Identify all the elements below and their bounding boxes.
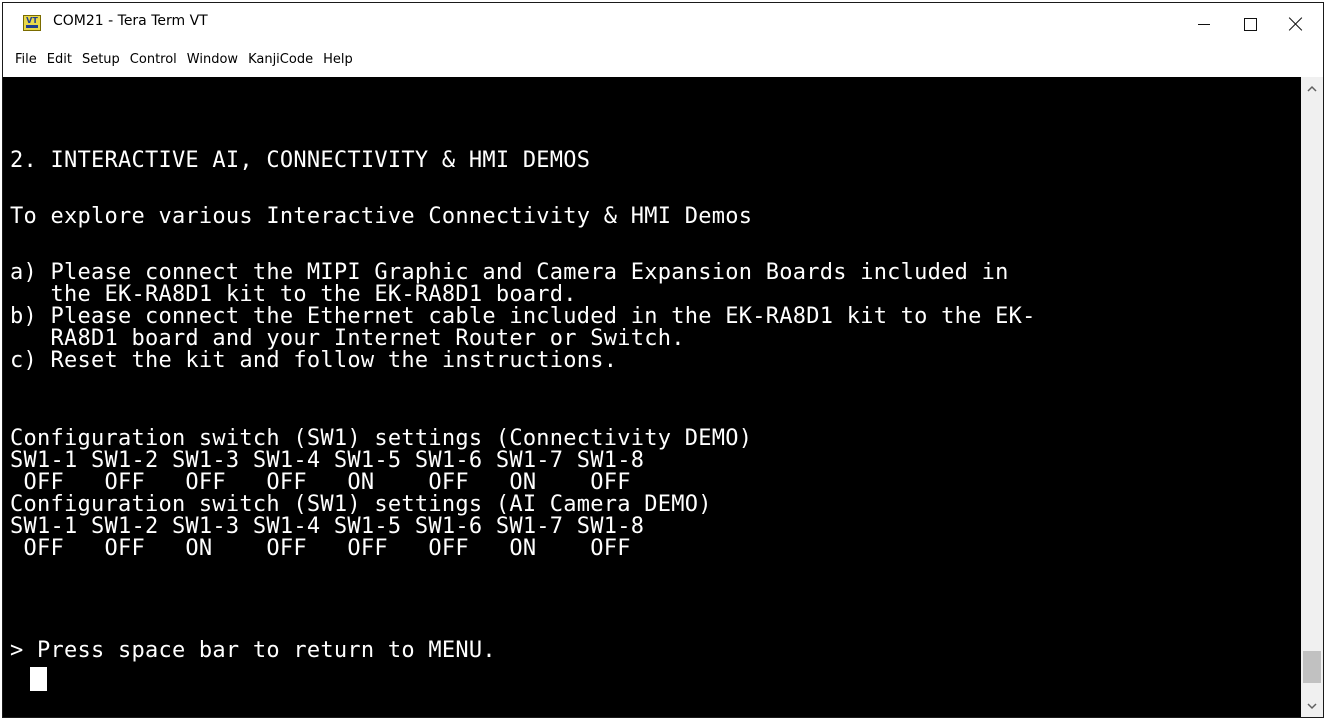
menu-window[interactable]: Window: [182, 45, 243, 75]
window-title: COM21 - Tera Term VT: [53, 13, 208, 29]
terminal-line: Configuration switch (SW1) settings (Con…: [10, 426, 753, 451]
close-icon: [1289, 17, 1303, 31]
terminal-line: Configuration switch (SW1) settings (AI …: [10, 492, 712, 517]
terminal-line: SW1-1 SW1-2 SW1-3 SW1-4 SW1-5 SW1-6 SW1-…: [10, 448, 645, 473]
minimize-button[interactable]: [1181, 3, 1227, 45]
minimize-icon: [1198, 23, 1210, 25]
chevron-up-icon: [1307, 85, 1317, 92]
menu-file[interactable]: File: [10, 45, 42, 75]
menu-kanjicode[interactable]: KanjiCode: [243, 45, 318, 75]
maximize-button[interactable]: [1227, 3, 1273, 45]
terminal-line: > Press space bar to return to MENU.: [10, 638, 496, 663]
menu-help[interactable]: Help: [318, 45, 358, 75]
scroll-thumb[interactable]: [1303, 651, 1321, 683]
terminal-line: SW1-1 SW1-2 SW1-3 SW1-4 SW1-5 SW1-6 SW1-…: [10, 514, 645, 539]
terminal-line: b) Please connect the Ethernet cable inc…: [10, 304, 1036, 329]
scroll-up-button[interactable]: [1301, 77, 1323, 99]
terminal-line: OFF OFF OFF OFF ON OFF ON OFF: [10, 470, 631, 495]
terminal-line: the EK-RA8D1 kit to the EK-RA8D1 board.: [10, 282, 577, 307]
terminal-line: OFF OFF ON OFF OFF OFF ON OFF: [10, 536, 631, 561]
terminal-line: To explore various Interactive Connectiv…: [10, 204, 753, 229]
terminal-screen[interactable]: 2. INTERACTIVE AI, CONNECTIVITY & HMI DE…: [3, 77, 1301, 717]
maximize-icon: [1243, 17, 1257, 31]
scroll-down-button[interactable]: [1301, 695, 1323, 717]
menu-control[interactable]: Control: [125, 45, 182, 75]
vertical-scrollbar[interactable]: [1301, 77, 1323, 717]
terminal-line: 2. INTERACTIVE AI, CONNECTIVITY & HMI DE…: [10, 148, 591, 173]
chevron-down-icon: [1307, 702, 1317, 709]
title-bar[interactable]: VT COM21 - Tera Term VT: [3, 3, 1323, 45]
close-button[interactable]: [1273, 3, 1319, 45]
terminal-line: RA8D1 board and your Internet Router or …: [10, 326, 685, 351]
terminal-line: c) Reset the kit and follow the instruct…: [10, 348, 618, 373]
tera-term-window: VT COM21 - Tera Term VT File Edit Setup …: [2, 2, 1324, 718]
menu-bar: File Edit Setup Control Window KanjiCode…: [3, 45, 1323, 75]
menu-edit[interactable]: Edit: [42, 45, 77, 75]
menu-setup[interactable]: Setup: [77, 45, 125, 75]
text-cursor: [30, 667, 47, 691]
terminal-line: a) Please connect the MIPI Graphic and C…: [10, 260, 1009, 285]
tera-term-vt-icon[interactable]: VT: [23, 15, 41, 31]
